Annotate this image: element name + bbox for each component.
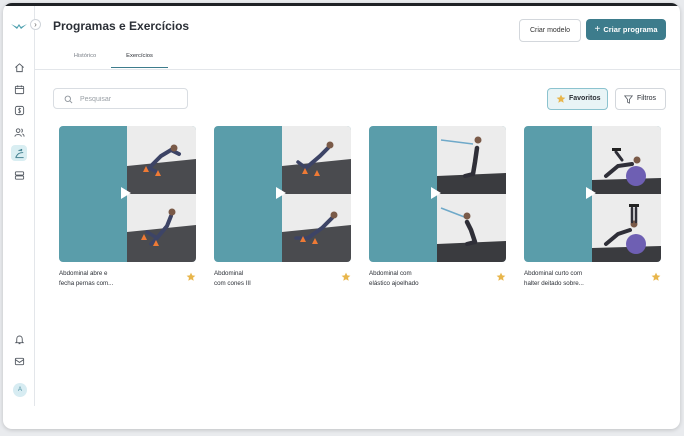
sidebar-item-calendar[interactable] bbox=[11, 81, 27, 97]
tab-exercises[interactable]: Exercícios bbox=[111, 50, 168, 68]
play-icon bbox=[431, 187, 441, 199]
create-template-button[interactable]: Criar modelo bbox=[519, 19, 581, 42]
sidebar: A bbox=[3, 6, 35, 406]
play-icon bbox=[586, 187, 596, 199]
filters-button[interactable]: Filtros bbox=[615, 88, 666, 110]
search-box[interactable] bbox=[53, 88, 188, 109]
exercise-photo-end bbox=[437, 194, 506, 262]
favorite-star-icon[interactable] bbox=[651, 272, 661, 282]
app-window: A › Programas e Exercícios Criar modelo … bbox=[3, 3, 680, 429]
sidebar-item-home[interactable] bbox=[11, 59, 27, 75]
exercise-thumbnail[interactable] bbox=[369, 126, 506, 262]
exercise-title: Abdominal curto com halter deitado sobre.… bbox=[524, 270, 584, 287]
filter-icon bbox=[624, 95, 633, 104]
bell-icon bbox=[14, 335, 24, 344]
sidebar-item-messages[interactable] bbox=[11, 353, 27, 369]
filters-label: Filtros bbox=[637, 95, 657, 102]
home-icon bbox=[14, 62, 24, 72]
header-divider bbox=[35, 69, 680, 70]
sidebar-item-clients[interactable] bbox=[11, 124, 27, 140]
favorites-button[interactable]: Favoritos bbox=[547, 88, 608, 110]
avatar[interactable]: A bbox=[13, 383, 27, 397]
play-icon bbox=[276, 187, 286, 199]
exercise-title: Abdominal com elástico ajoelhado bbox=[369, 270, 419, 287]
exercise-photo-end bbox=[592, 194, 661, 262]
exercise-photo-start bbox=[127, 126, 196, 194]
calendar-icon bbox=[14, 84, 24, 94]
exercise-card[interactable]: Abdominal com cones III bbox=[214, 126, 351, 296]
exercise-photo-end bbox=[127, 194, 196, 262]
sidebar-item-notifications[interactable] bbox=[11, 331, 27, 347]
users-icon bbox=[13, 127, 25, 137]
exercise-title: Abdominal com cones III bbox=[214, 270, 251, 287]
exercise-thumbnail[interactable] bbox=[524, 126, 661, 262]
sidebar-collapse-button[interactable]: › bbox=[30, 19, 41, 30]
mail-icon bbox=[14, 357, 24, 365]
favorites-label: Favoritos bbox=[569, 95, 601, 102]
exercise-photo-start bbox=[437, 126, 506, 194]
sidebar-item-finance[interactable] bbox=[11, 102, 27, 118]
search-icon bbox=[64, 95, 73, 104]
dollar-icon bbox=[14, 105, 24, 115]
favorite-star-icon[interactable] bbox=[341, 272, 351, 282]
exercise-card[interactable]: Abdominal curto com halter deitado sobre.… bbox=[524, 126, 661, 296]
plus-icon: + bbox=[594, 24, 601, 35]
exercise-thumbnail[interactable] bbox=[214, 126, 351, 262]
play-icon bbox=[121, 187, 131, 199]
exercise-photo-start bbox=[592, 126, 661, 194]
star-icon bbox=[556, 94, 566, 103]
favorite-star-icon[interactable] bbox=[496, 272, 506, 282]
exercise-title: Abdominal abre e fecha pernas com... bbox=[59, 270, 114, 287]
page-title: Programas e Exercícios bbox=[53, 19, 190, 33]
create-program-button[interactable]: + Criar programa bbox=[586, 19, 666, 40]
layers-icon bbox=[14, 170, 24, 180]
exercise-card[interactable]: Abdominal abre e fecha pernas com... bbox=[59, 126, 196, 296]
brand-logo-icon bbox=[11, 24, 27, 29]
window-top-bar bbox=[3, 3, 680, 6]
tab-history[interactable]: Histórico bbox=[69, 50, 101, 68]
exercise-card[interactable]: Abdominal com elástico ajoelhado bbox=[369, 126, 506, 296]
create-program-label: Criar programa bbox=[603, 25, 658, 34]
sidebar-item-library[interactable] bbox=[11, 167, 27, 183]
exercise-photo-end bbox=[282, 194, 351, 262]
exercise-photo-start bbox=[282, 126, 351, 194]
sidebar-item-exercises[interactable] bbox=[11, 145, 27, 161]
favorite-star-icon[interactable] bbox=[186, 272, 196, 282]
exercise-thumbnail[interactable] bbox=[59, 126, 196, 262]
search-input[interactable] bbox=[80, 92, 180, 106]
exercise-icon bbox=[14, 148, 24, 158]
